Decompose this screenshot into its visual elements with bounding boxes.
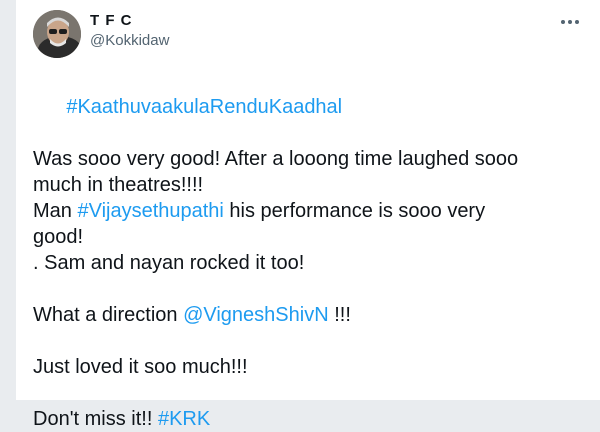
mention-vigneshshivn[interactable]: @VigneshShivN xyxy=(183,304,329,326)
hashtag-vijaysethupathi[interactable]: #Vijaysethupathi xyxy=(77,200,223,222)
tweet-text-fragment: Man xyxy=(33,200,78,222)
tweet-line: Was sooo very good! After a looong time … xyxy=(33,148,519,170)
tweet-line: . Sam and nayan rocked it too! xyxy=(33,252,305,274)
more-options-icon[interactable] xyxy=(556,10,584,34)
account-name[interactable]: T F C xyxy=(90,12,133,29)
tweet-text: #KaathuvaakulaRenduKaadhal Was sooo very… xyxy=(33,68,589,432)
account-handle[interactable]: @Kokkidaw xyxy=(90,32,169,49)
tweet-line: good! xyxy=(33,226,84,248)
tweet-line: Just loved it soo much!!! xyxy=(33,356,248,378)
tweet-text-fragment: his performance is sooo very xyxy=(223,200,486,222)
tweet-text-fragment: !!! xyxy=(328,304,351,326)
tweet-card: T F C @Kokkidaw #KaathuvaakulaRenduKaadh… xyxy=(16,0,600,430)
hashtag-title[interactable]: #KaathuvaakulaRenduKaadhal xyxy=(66,96,342,118)
tweet-text-fragment: Don't miss it!! xyxy=(33,408,158,430)
tweet-text-fragment: What a direction xyxy=(33,304,184,326)
avatar[interactable] xyxy=(33,10,81,58)
tweet-line: much in theatres!!!! xyxy=(33,174,204,196)
avatar-image xyxy=(33,10,81,58)
hashtag-krk[interactable]: #KRK xyxy=(158,408,210,430)
